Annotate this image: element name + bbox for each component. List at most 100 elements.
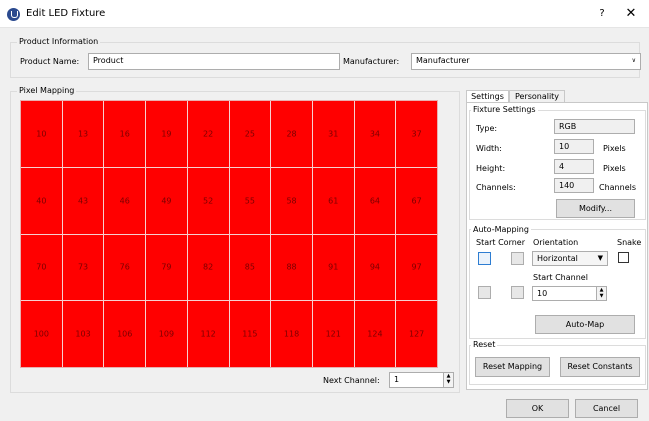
pixel-channel-label: 43 bbox=[77, 196, 89, 206]
pixel-channel-label: 28 bbox=[286, 129, 297, 139]
start-channel-label: Start Channel bbox=[533, 273, 588, 282]
pixel-cell[interactable]: 97 bbox=[396, 234, 437, 301]
pixel-cell[interactable]: 127 bbox=[396, 301, 437, 367]
pixel-cell[interactable]: 67 bbox=[396, 167, 437, 234]
start-corner-top-left[interactable] bbox=[478, 252, 491, 265]
pixel-cell[interactable]: 109 bbox=[146, 301, 187, 367]
pixel-cell[interactable]: 25 bbox=[229, 101, 271, 167]
manufacturer-value: Manufacturer bbox=[416, 56, 470, 65]
pixel-channel-label: 13 bbox=[77, 129, 89, 139]
start-corner-top-right[interactable] bbox=[511, 252, 524, 265]
modify-button[interactable]: Modify... bbox=[556, 199, 635, 218]
pixel-cell[interactable]: 16 bbox=[104, 101, 146, 167]
pixel-cell[interactable]: 19 bbox=[146, 101, 187, 167]
pixel-cell[interactable]: 118 bbox=[271, 301, 312, 367]
pixel-channel-label: 82 bbox=[203, 262, 214, 272]
type-field: RGB bbox=[554, 119, 635, 134]
next-channel-label: Next Channel: bbox=[323, 376, 380, 385]
modify-button-label: Modify... bbox=[579, 204, 612, 213]
snake-checkbox[interactable] bbox=[618, 252, 629, 263]
cancel-button-label: Cancel bbox=[592, 404, 621, 413]
pixel-channel-label: 118 bbox=[283, 329, 300, 339]
pixel-cell[interactable]: 37 bbox=[396, 101, 437, 167]
ok-button[interactable]: OK bbox=[506, 399, 569, 418]
pixel-cell[interactable]: 49 bbox=[146, 167, 187, 234]
pixel-cell[interactable]: 55 bbox=[229, 167, 271, 234]
pixel-cell[interactable]: 58 bbox=[271, 167, 312, 234]
pixel-cell[interactable]: 76 bbox=[104, 234, 146, 301]
pixel-cell[interactable]: 124 bbox=[354, 301, 396, 367]
auto-mapping-label: Auto-Mapping bbox=[471, 225, 531, 234]
pixel-channel-label: 67 bbox=[411, 196, 422, 206]
channels-label: Channels: bbox=[476, 183, 516, 192]
pixel-cell[interactable]: 106 bbox=[104, 301, 146, 367]
pixel-cell[interactable]: 91 bbox=[312, 234, 354, 301]
pixel-cell[interactable]: 40 bbox=[21, 167, 62, 234]
start-corner-bottom-right[interactable] bbox=[511, 286, 524, 299]
width-label: Width: bbox=[476, 144, 502, 153]
pixel-channel-label: 46 bbox=[119, 196, 130, 206]
pixel-channel-label: 97 bbox=[411, 262, 422, 272]
start-corner-label: Start Corner bbox=[476, 238, 525, 247]
pixel-channel-label: 103 bbox=[75, 329, 91, 339]
pixel-cell[interactable]: 70 bbox=[21, 234, 62, 301]
product-name-input[interactable]: Product bbox=[88, 53, 340, 70]
spinner-arrows-icon[interactable]: ▲ ▼ bbox=[443, 373, 453, 387]
pixel-cell[interactable]: 82 bbox=[187, 234, 229, 301]
pixel-cell[interactable]: 22 bbox=[187, 101, 229, 167]
channels-unit: Channels bbox=[599, 183, 637, 192]
pixel-cell[interactable]: 46 bbox=[104, 167, 146, 234]
pixel-channel-label: 49 bbox=[161, 196, 172, 206]
next-channel-spinbox[interactable]: 1 ▲ ▼ bbox=[389, 372, 454, 388]
pixel-cell[interactable]: 52 bbox=[187, 167, 229, 234]
pixel-cell[interactable]: 112 bbox=[187, 301, 229, 367]
pixel-cell[interactable]: 73 bbox=[62, 234, 104, 301]
pixel-cell[interactable]: 79 bbox=[146, 234, 187, 301]
window-title: Edit LED Fixture bbox=[26, 8, 106, 19]
reset-constants-button[interactable]: Reset Constants bbox=[560, 357, 640, 377]
auto-map-button-label: Auto-Map bbox=[565, 320, 605, 329]
pixel-channel-label: 79 bbox=[161, 262, 172, 272]
start-corner-bottom-left[interactable] bbox=[478, 286, 491, 299]
next-channel-value: 1 bbox=[394, 375, 400, 384]
pixel-cell[interactable]: 88 bbox=[271, 234, 312, 301]
pixel-grid[interactable]: 10 13 16 19 22 25 28 31 34 37 40 43 46 49 52 55 58 61 64 67… bbox=[20, 100, 438, 368]
auto-map-button[interactable]: Auto-Map bbox=[535, 315, 635, 334]
pixel-channel-label: 85 bbox=[244, 262, 255, 272]
pixel-cell[interactable]: 13 bbox=[62, 101, 104, 167]
pixel-channel-label: 106 bbox=[117, 329, 133, 339]
reset-mapping-button-label: Reset Mapping bbox=[482, 362, 543, 371]
pixel-channel-label: 55 bbox=[244, 196, 255, 206]
pixel-cell[interactable]: 115 bbox=[229, 301, 271, 367]
pixel-cell[interactable]: 100 bbox=[21, 301, 62, 367]
reset-mapping-button[interactable]: Reset Mapping bbox=[475, 357, 550, 377]
cancel-button[interactable]: Cancel bbox=[575, 399, 638, 418]
start-channel-spinbox[interactable]: 10 ▲ ▼ bbox=[532, 286, 607, 301]
pixel-channel-label: 70 bbox=[36, 262, 47, 272]
pixel-cell[interactable]: 10 bbox=[21, 101, 62, 167]
pixel-cell[interactable]: 43 bbox=[62, 167, 104, 234]
close-button[interactable]: ✕ bbox=[621, 4, 641, 24]
pixel-cell[interactable]: 64 bbox=[354, 167, 396, 234]
pixel-cell[interactable]: 85 bbox=[229, 234, 271, 301]
start-channel-value: 10 bbox=[537, 289, 548, 298]
pixel-channel-label: 112 bbox=[200, 329, 216, 339]
width-field: 10 bbox=[554, 139, 594, 154]
pixel-cell[interactable]: 103 bbox=[62, 301, 104, 367]
height-field: 4 bbox=[554, 159, 594, 174]
pixel-cell[interactable]: 94 bbox=[354, 234, 396, 301]
pixel-channel-label: 52 bbox=[203, 196, 214, 206]
pixel-channel-label: 73 bbox=[77, 262, 89, 272]
orientation-select[interactable]: Horizontal ▼ bbox=[532, 251, 608, 266]
manufacturer-select[interactable]: Manufacturer ∨ bbox=[411, 53, 641, 70]
pixel-cell[interactable]: 121 bbox=[312, 301, 354, 367]
channels-field: 140 bbox=[554, 178, 594, 193]
pixel-cell[interactable]: 61 bbox=[312, 167, 354, 234]
pixel-channel-label: 22 bbox=[203, 129, 214, 139]
spinner-arrows-icon[interactable]: ▲ ▼ bbox=[596, 287, 606, 300]
help-button[interactable]: ? bbox=[592, 4, 612, 24]
pixel-cell[interactable]: 31 bbox=[312, 101, 354, 167]
pixel-channel-label: 16 bbox=[119, 129, 130, 139]
pixel-cell[interactable]: 34 bbox=[354, 101, 396, 167]
pixel-cell[interactable]: 28 bbox=[271, 101, 312, 167]
